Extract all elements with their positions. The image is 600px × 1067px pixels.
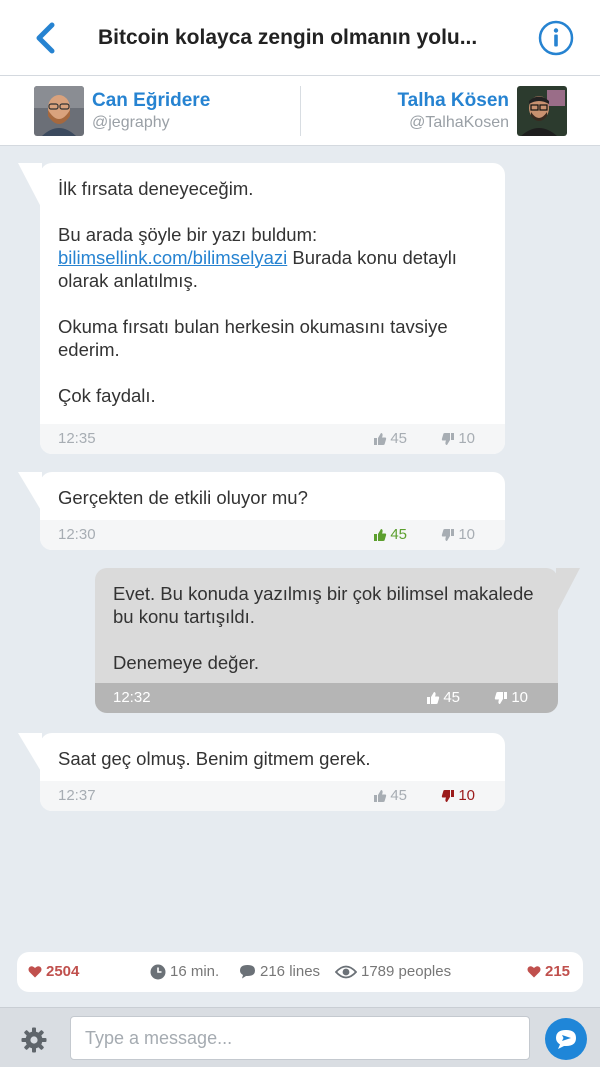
thumbs-up-icon bbox=[374, 528, 387, 541]
stat-hearts-right[interactable]: 215 bbox=[527, 963, 570, 980]
info-button[interactable] bbox=[538, 20, 574, 56]
like-button[interactable]: 45 bbox=[426, 689, 460, 706]
message-paragraph: Saat geç olmuş. Benim gitmem gerek. bbox=[58, 748, 371, 769]
dislike-count: 10 bbox=[458, 430, 475, 447]
message-footer: 12:35 45 10 bbox=[40, 424, 505, 454]
thumbs-up-icon bbox=[374, 432, 387, 445]
message-bubble[interactable]: Saat geç olmuş. Benim gitmem gerek. 12:3… bbox=[18, 733, 505, 811]
message-time: 12:35 bbox=[58, 430, 96, 447]
stat-hearts-left[interactable]: 2504 bbox=[28, 963, 79, 980]
thumbs-down-icon bbox=[442, 432, 455, 445]
bubble-tail bbox=[18, 472, 42, 512]
hearts-count: 2504 bbox=[46, 963, 80, 980]
participants-bar: Can Eğridere @jegraphy Talha Kösen @Talh… bbox=[0, 76, 600, 146]
message-bubble[interactable]: İlk fırsata deneyeceğim. Bu arada şöyle … bbox=[18, 163, 505, 454]
like-count: 45 bbox=[390, 526, 407, 543]
top-bar: Bitcoin kolayca zengin olmanın yolu... bbox=[0, 0, 600, 76]
message-time: 12:30 bbox=[58, 526, 96, 543]
stat-lines: 216 lines bbox=[239, 963, 320, 980]
heart-icon bbox=[28, 966, 42, 978]
settings-button[interactable] bbox=[21, 1027, 47, 1053]
stat-viewers: 1789 peoples bbox=[335, 963, 451, 980]
message-time: 12:37 bbox=[58, 787, 96, 804]
message-text: Saat geç olmuş. Benim gitmem gerek. bbox=[40, 733, 505, 770]
thumbs-down-icon bbox=[495, 691, 508, 704]
like-count: 45 bbox=[390, 787, 407, 804]
lines-text: 216 lines bbox=[260, 963, 321, 980]
message-text-span: Bu arada şöyle bir yazı buldum: bbox=[58, 224, 318, 245]
avatar[interactable] bbox=[517, 86, 567, 136]
message-footer: 12:32 45 10 bbox=[95, 683, 558, 713]
message-bubble[interactable]: Evet. Bu konuda yazılmış bir çok bilimse… bbox=[95, 568, 580, 713]
page-title: Bitcoin kolayca zengin olmanın yolu... bbox=[98, 26, 478, 49]
composer-bar bbox=[0, 1007, 600, 1067]
thumbs-down-icon bbox=[442, 528, 455, 541]
bubble-tail bbox=[18, 163, 42, 209]
participant-name[interactable]: Can Eğridere bbox=[92, 89, 210, 113]
dislike-count: 10 bbox=[458, 526, 475, 543]
chevron-left-icon bbox=[36, 22, 55, 54]
message-footer: 12:37 45 10 bbox=[40, 781, 505, 811]
message-paragraph: Gerçekten de etkili oluyor mu? bbox=[58, 487, 308, 508]
message-link[interactable]: bilimsellink.com/bilimselyazi bbox=[58, 247, 287, 268]
send-bubble-icon bbox=[556, 1030, 576, 1049]
participant-name[interactable]: Talha Kösen bbox=[397, 89, 509, 113]
message-text: Evet. Bu konuda yazılmış bir çok bilimse… bbox=[95, 568, 558, 674]
participant-handle: @jegraphy bbox=[92, 114, 170, 131]
thumbs-down-icon bbox=[442, 789, 455, 802]
dislike-button[interactable]: 10 bbox=[441, 526, 475, 543]
like-button[interactable]: 45 bbox=[373, 430, 407, 447]
heart-icon bbox=[527, 966, 541, 978]
participant-right[interactable]: Talha Kösen @TalhaKosen bbox=[397, 85, 567, 137]
thumbs-up-icon bbox=[374, 789, 387, 802]
dislike-count: 10 bbox=[511, 689, 528, 706]
message-text: Gerçekten de etkili oluyor mu? bbox=[40, 472, 505, 509]
eye-icon bbox=[335, 965, 357, 978]
avatar[interactable] bbox=[34, 86, 84, 136]
message-paragraph: İlk fırsata deneyeceğim. bbox=[58, 178, 254, 199]
thumbs-up-icon bbox=[427, 691, 440, 704]
chat-icon bbox=[240, 965, 255, 979]
like-count: 45 bbox=[390, 430, 407, 447]
dislike-button[interactable]: 10 bbox=[441, 787, 475, 804]
like-button[interactable]: 45 bbox=[373, 526, 407, 543]
bubble-tail bbox=[556, 568, 580, 614]
message-input[interactable] bbox=[70, 1016, 530, 1060]
message-text: İlk fırsata deneyeceğim. Bu arada şöyle … bbox=[40, 163, 505, 407]
message-paragraph: Evet. Bu konuda yazılmış bir çok bilimse… bbox=[113, 583, 534, 627]
message-paragraph: Çok faydalı. bbox=[58, 385, 156, 406]
gear-icon bbox=[21, 1027, 47, 1053]
dislike-button[interactable]: 10 bbox=[494, 689, 528, 706]
dislike-button[interactable]: 10 bbox=[441, 430, 475, 447]
back-button[interactable] bbox=[30, 20, 64, 56]
message-paragraph: Bu arada şöyle bir yazı buldum: bilimsell… bbox=[58, 223, 487, 292]
message-time: 12:32 bbox=[113, 689, 151, 706]
message-paragraph: Denemeye değer. bbox=[113, 652, 260, 673]
like-button[interactable]: 45 bbox=[373, 787, 407, 804]
message-paragraph: Okuma fırsatı bulan herkesin okumasını t… bbox=[58, 316, 448, 360]
participant-left[interactable]: Can Eğridere @jegraphy bbox=[34, 85, 210, 137]
like-count: 45 bbox=[443, 689, 460, 706]
clock-icon bbox=[150, 964, 166, 979]
message-bubble[interactable]: Gerçekten de etkili oluyor mu? 12:30 45 … bbox=[18, 472, 505, 550]
stats-bar: 2504 16 min. 216 lines 1789 peoples 215 bbox=[17, 952, 583, 992]
send-button[interactable] bbox=[545, 1018, 587, 1060]
divider bbox=[300, 86, 301, 136]
message-footer: 12:30 45 10 bbox=[40, 520, 505, 550]
bubble-tail bbox=[18, 733, 42, 773]
info-icon bbox=[538, 20, 574, 56]
hearts-count: 215 bbox=[545, 963, 571, 980]
participant-handle: @TalhaKosen bbox=[409, 114, 509, 131]
dislike-count: 10 bbox=[458, 787, 475, 804]
stat-duration: 16 min. bbox=[150, 963, 219, 980]
duration-text: 16 min. bbox=[170, 963, 220, 980]
viewers-text: 1789 peoples bbox=[361, 963, 452, 980]
